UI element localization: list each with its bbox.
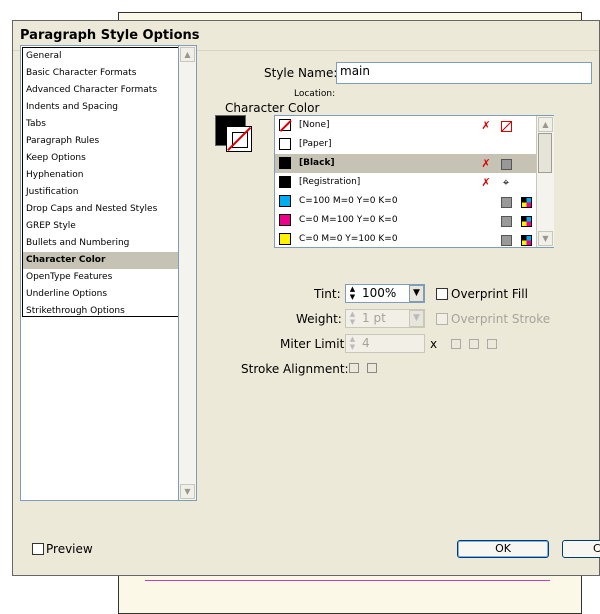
swatch-color-icon [279, 214, 291, 226]
scroll-down-icon[interactable]: ▼ [538, 231, 553, 246]
swatch-name: [None] [299, 120, 330, 130]
cmyk-mode-icon [519, 211, 533, 230]
swatch-color-icon [279, 119, 291, 131]
stroke-swatch-icon[interactable] [226, 126, 252, 152]
swatch-row[interactable]: [Registration] ✗ ⌖ [275, 173, 553, 192]
category-list[interactable]: General Basic Character Formats Advanced C… [20, 45, 179, 501]
preview-checkbox[interactable] [32, 543, 44, 555]
overprint-fill-label: Overprint Fill [451, 287, 528, 301]
swatch-row[interactable]: [Paper] [275, 135, 553, 154]
registration-icon: ⌖ [502, 176, 510, 189]
scroll-thumb[interactable] [538, 133, 552, 173]
style-name-label: Style Name: [264, 66, 338, 80]
swatch-row[interactable]: [Black] ✗ [275, 154, 553, 173]
category-scrollbar[interactable]: ▲ ▼ [178, 45, 197, 501]
location-label: Location: [294, 89, 336, 99]
scroll-up-icon[interactable]: ▲ [180, 47, 195, 62]
swatch-name: [Registration] [299, 177, 361, 187]
category-item[interactable]: Drop Caps and Nested Styles [23, 201, 178, 218]
miter-join-icon[interactable] [451, 339, 461, 349]
round-join-icon[interactable] [469, 339, 479, 349]
category-item[interactable]: Justification [23, 184, 178, 201]
weight-dropdown-icon[interactable]: ▼ [409, 310, 424, 327]
swatch-list[interactable]: [None] ✗ [Paper] [Black] ✗ [Registration] ✗ ⌖ C=… [274, 115, 554, 248]
bevel-join-icon[interactable] [487, 339, 497, 349]
swatch-name: C=0 M=0 Y=100 K=0 [299, 234, 398, 244]
weight-label: Weight: [296, 312, 342, 326]
scroll-down-icon[interactable]: ▼ [180, 484, 195, 499]
non-editable-icon: ✗ [481, 119, 491, 132]
process-color-icon [499, 211, 513, 230]
preview-label: Preview [46, 542, 93, 556]
category-item[interactable]: Underline Options [23, 286, 178, 303]
swatch-row[interactable]: [None] ✗ [275, 116, 553, 135]
category-item[interactable]: Bullets and Numbering [23, 235, 178, 252]
overprint-fill-checkbox[interactable] [436, 288, 448, 300]
tint-dropdown-icon[interactable]: ▼ [409, 285, 424, 302]
swatch-color-icon [279, 176, 291, 188]
none-swatch-icon [499, 116, 513, 135]
category-item[interactable]: Indents and Spacing [23, 99, 178, 116]
swatch-name: [Paper] [299, 139, 332, 149]
swatch-name: [Black] [299, 158, 335, 168]
category-item[interactable]: Character Color [23, 252, 178, 269]
category-item[interactable]: Advanced Character Formats [23, 82, 178, 99]
category-item[interactable]: Paragraph Rules [23, 133, 178, 150]
swatch-color-icon [279, 195, 291, 207]
miter-limit-stepper-icon[interactable]: ▲ ▼ [347, 335, 358, 352]
category-item[interactable]: Strikethrough Options [23, 303, 178, 316]
overprint-stroke-checkbox[interactable] [436, 313, 448, 325]
swatch-color-icon [279, 157, 291, 169]
process-color-icon [499, 154, 513, 173]
tint-label: Tint: [314, 287, 341, 301]
non-editable-icon: ✗ [481, 176, 491, 189]
cmyk-mode-icon [519, 230, 533, 247]
stroke-alignment-label: Stroke Alignment: [241, 362, 349, 376]
process-color-icon [499, 192, 513, 211]
cmyk-mode-icon [519, 192, 533, 211]
weight-stepper-icon[interactable]: ▲ ▼ [347, 310, 358, 327]
swatch-row[interactable]: C=0 M=100 Y=0 K=0 [275, 211, 553, 230]
category-item[interactable]: GREP Style [23, 218, 178, 235]
non-editable-icon: ✗ [481, 157, 491, 170]
align-center-icon[interactable] [349, 363, 359, 373]
swatch-row[interactable]: C=0 M=0 Y=100 K=0 [275, 230, 553, 247]
swatch-name: C=0 M=100 Y=0 K=0 [299, 215, 398, 225]
overprint-stroke-label: Overprint Stroke [451, 312, 551, 326]
category-item[interactable]: Tabs [23, 116, 178, 133]
swatch-row[interactable]: C=100 M=0 Y=0 K=0 [275, 192, 553, 211]
swatch-list-scrollbar[interactable]: ▲ ▼ [536, 116, 554, 247]
category-item[interactable]: Basic Character Formats [23, 65, 178, 82]
category-item[interactable]: OpenType Features [23, 269, 178, 286]
cancel-button[interactable]: Ca [562, 540, 600, 558]
category-list-items: General Basic Character Formats Advanced C… [22, 47, 179, 317]
swatch-name: C=100 M=0 Y=0 K=0 [299, 196, 398, 206]
scroll-up-icon[interactable]: ▲ [538, 117, 553, 132]
category-item[interactable]: Keep Options [23, 150, 178, 167]
tint-stepper-icon[interactable]: ▲ ▼ [347, 285, 358, 302]
style-name-input[interactable]: main [336, 62, 592, 84]
category-item[interactable]: Hyphenation [23, 167, 178, 184]
section-title: Character Color [225, 101, 320, 115]
ok-button[interactable]: OK [457, 540, 549, 558]
miter-limit-unit: x [430, 337, 438, 351]
dialog-title: Paragraph Style Options [20, 28, 200, 43]
align-inside-icon[interactable] [367, 363, 377, 373]
miter-limit-label: Miter Limit: [280, 337, 349, 351]
category-item[interactable]: General [23, 48, 178, 65]
swatch-color-icon [279, 233, 291, 245]
swatch-color-icon [279, 138, 291, 150]
process-color-icon [499, 230, 513, 247]
